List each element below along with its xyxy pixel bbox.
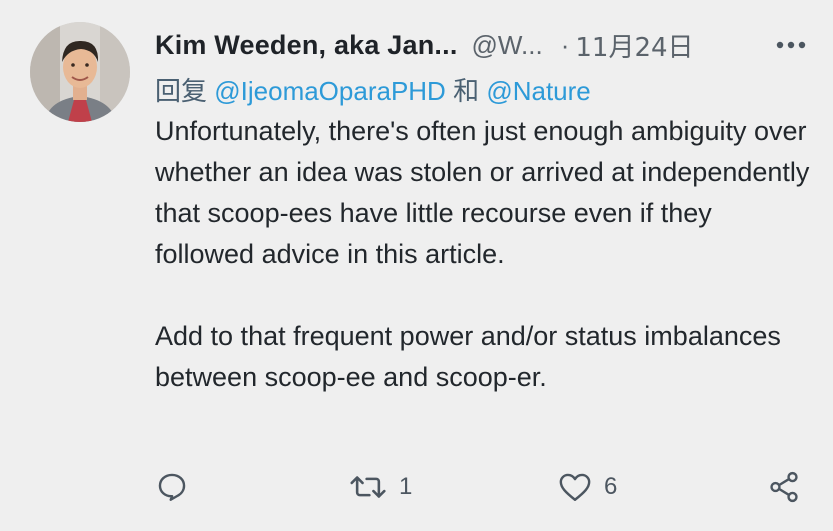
- retweet-count: 1: [399, 473, 413, 500]
- more-horizontal-icon: [776, 41, 806, 49]
- display-name[interactable]: Kim Weeden, aka Jan...: [155, 30, 458, 61]
- separator-dot: ·: [560, 29, 570, 60]
- reply-icon: [158, 473, 186, 501]
- tweet-paragraph: Add to that frequent power and/or status…: [155, 321, 781, 392]
- share-icon: [770, 471, 798, 503]
- reply-conjunction: 和: [453, 77, 480, 107]
- handle[interactable]: @W...: [472, 30, 543, 61]
- tweet-paragraph: Unfortunately, there's often just enough…: [155, 116, 810, 269]
- action-bar: 1 6: [155, 462, 805, 512]
- retweet-icon: [350, 476, 386, 498]
- reply-prefix: 回复: [155, 77, 208, 107]
- heart-icon: [559, 473, 591, 501]
- like-count: 6: [604, 473, 618, 500]
- share-button[interactable]: [767, 462, 801, 512]
- mention-link-2[interactable]: @Nature: [486, 76, 590, 106]
- retweet-button[interactable]: 1: [349, 462, 412, 512]
- avatar[interactable]: [30, 22, 130, 122]
- tweet-date[interactable]: 11月24日: [575, 27, 693, 64]
- reply-context: 回复 @IjeomaOparaPHD 和 @Nature: [155, 72, 813, 111]
- more-options-button[interactable]: [769, 22, 813, 68]
- tweet-text: Unfortunately, there's often just enough…: [155, 111, 815, 398]
- reply-button[interactable]: [155, 462, 201, 512]
- mention-link-1[interactable]: @IjeomaOparaPHD: [214, 76, 446, 106]
- tweet-content: Kim Weeden, aka Jan... @W... · 11月24日 回复…: [155, 22, 813, 398]
- tweet-header: Kim Weeden, aka Jan... @W... · 11月24日: [155, 22, 813, 68]
- avatar-photo-icon: [30, 22, 130, 122]
- like-button[interactable]: 6: [558, 462, 617, 512]
- tweet-card[interactable]: Kim Weeden, aka Jan... @W... · 11月24日 回复…: [0, 0, 833, 531]
